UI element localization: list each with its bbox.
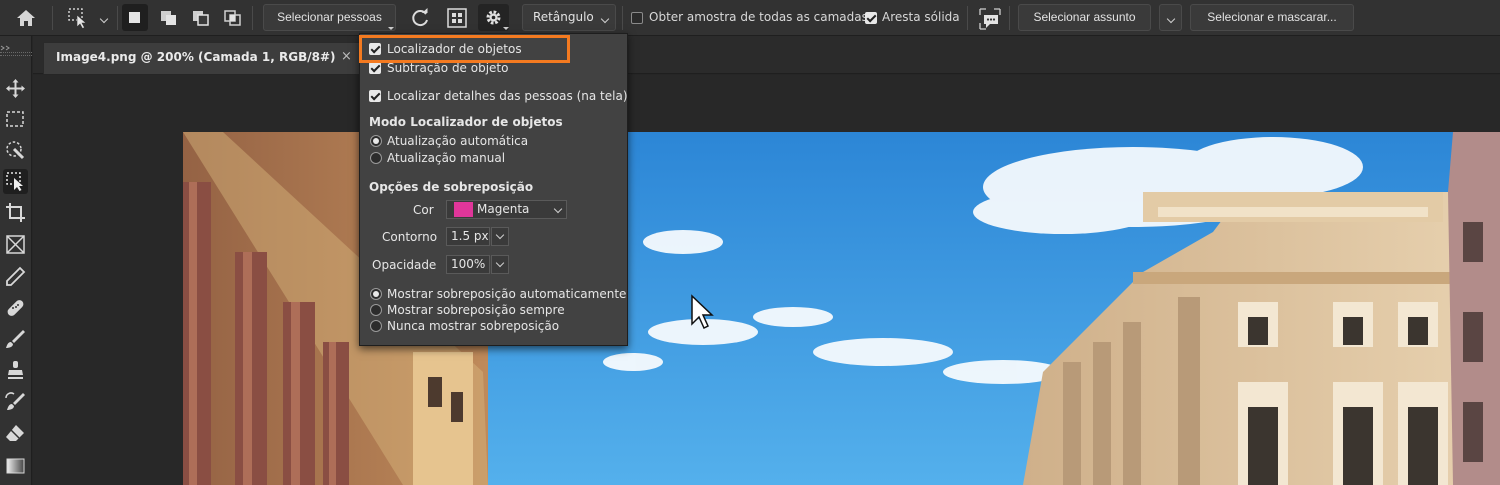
manual-refresh-label: Atualização manual xyxy=(387,151,506,165)
color-swatch xyxy=(454,202,473,217)
separator xyxy=(52,6,53,30)
object-selection-tool-preset-icon[interactable] xyxy=(66,6,92,30)
color-label: Cor xyxy=(413,203,434,217)
never-show-overlay-label: Nunca mostrar sobreposição xyxy=(387,319,560,333)
move-tool-icon[interactable] xyxy=(3,76,28,101)
quick-selection-tool-icon[interactable] xyxy=(3,138,28,163)
object-subtraction-label: Subtração de objeto xyxy=(387,61,509,75)
document-tab-title: Image4.png @ 200% (Camada 1, RGB/8#) xyxy=(56,50,336,64)
show-overlay-auto-radio[interactable] xyxy=(370,288,382,300)
auto-refresh-label: Atualização automática xyxy=(387,134,529,148)
show-overlay-always-radio[interactable] xyxy=(370,304,382,316)
show-overlay-auto-label: Mostrar sobreposição automaticamente xyxy=(387,287,627,301)
manual-refresh-radio[interactable] xyxy=(370,152,382,164)
tools-panel xyxy=(0,36,32,485)
add-to-selection-icon[interactable] xyxy=(156,4,182,31)
separator xyxy=(117,6,118,30)
panel-collapse-icon[interactable] xyxy=(0,40,14,51)
separator xyxy=(622,6,623,30)
show-overlay-always-label: Mostrar sobreposição sempre xyxy=(387,303,565,317)
dropdown-corner-icon[interactable] xyxy=(388,27,394,30)
frame-tool-icon[interactable] xyxy=(3,232,28,257)
hard-edge-label: Aresta sólida xyxy=(882,10,960,24)
opacity-value: 100% xyxy=(451,257,486,271)
mode-dropdown[interactable]: Retângulo xyxy=(522,4,616,31)
chevron-down-icon xyxy=(1163,12,1177,24)
hard-edge-checkbox[interactable] xyxy=(865,12,877,24)
overlay-options-heading: Opções de sobreposição xyxy=(369,180,534,194)
separator xyxy=(1009,6,1010,30)
dropdown-corner-icon[interactable] xyxy=(503,27,509,30)
sample-all-layers-checkbox[interactable] xyxy=(631,12,643,24)
home-icon[interactable] xyxy=(14,7,38,29)
outline-label: Contorno xyxy=(382,230,438,244)
color-value: Magenta xyxy=(477,202,530,216)
sample-all-layers-label: Obter amostra de todas as camadas xyxy=(649,10,868,24)
select-subject-button[interactable]: Selecionar assunto xyxy=(1018,4,1151,31)
opacity-field[interactable]: 100% xyxy=(446,255,490,274)
document-tab-bar: Image4.png @ 200% (Camada 1, RGB/8#) × xyxy=(33,36,1500,74)
select-people-button[interactable]: Selecionar pessoas xyxy=(263,4,396,31)
opacity-label: Opacidade xyxy=(372,258,437,272)
eraser-tool-icon[interactable] xyxy=(3,421,28,446)
rectangular-marquee-tool-icon[interactable] xyxy=(3,107,28,132)
find-people-details-label: Localizar detalhes das pessoas (na tela) xyxy=(387,89,628,103)
brush-tool-icon[interactable] xyxy=(3,327,28,352)
subtract-from-selection-icon[interactable] xyxy=(188,4,214,31)
opacity-dropdown-chevron-icon[interactable] xyxy=(491,255,509,274)
document-tab[interactable]: Image4.png @ 200% (Camada 1, RGB/8#) × xyxy=(43,42,379,74)
options-bar: Selecionar pessoas Retângulo Obter amost… xyxy=(0,0,1500,36)
intersect-selection-icon[interactable] xyxy=(220,4,246,31)
eyedropper-tool-icon[interactable] xyxy=(3,264,28,289)
finder-mode-heading: Modo Localizador de objetos xyxy=(369,115,563,129)
color-dropdown[interactable]: Magenta xyxy=(446,200,567,219)
auto-refresh-radio[interactable] xyxy=(370,135,382,147)
select-subject-dropdown[interactable] xyxy=(1159,4,1182,31)
new-selection-icon[interactable] xyxy=(122,4,148,31)
feedback-icon[interactable] xyxy=(977,6,1003,32)
object-selection-tool-icon[interactable] xyxy=(3,169,28,194)
separator xyxy=(967,6,968,30)
outline-value: 1.5 px xyxy=(451,229,489,243)
object-subtraction-checkbox[interactable] xyxy=(369,62,381,74)
separator xyxy=(252,6,253,30)
mode-dropdown-value: Retângulo xyxy=(533,10,594,24)
spot-healing-tool-icon[interactable] xyxy=(3,295,28,320)
gradient-tool-icon[interactable] xyxy=(3,453,28,478)
mouse-cursor-icon xyxy=(690,294,714,334)
chevron-down-icon xyxy=(550,202,564,214)
chevron-down-icon[interactable] xyxy=(96,12,110,24)
history-brush-tool-icon[interactable] xyxy=(3,390,28,415)
select-and-mask-button[interactable]: Selecionar e mascarar... xyxy=(1190,4,1354,31)
clone-stamp-tool-icon[interactable] xyxy=(3,358,28,383)
outline-dropdown-chevron-icon[interactable] xyxy=(491,227,509,246)
close-icon[interactable]: × xyxy=(341,49,352,64)
chevron-down-icon xyxy=(597,12,611,24)
show-all-objects-icon[interactable] xyxy=(444,6,470,30)
object-finder-settings-popup: Localizador de objetos Subtração de obje… xyxy=(359,33,628,346)
canvas-area xyxy=(33,75,1500,485)
outline-width-field[interactable]: 1.5 px xyxy=(446,227,490,246)
find-people-details-checkbox[interactable] xyxy=(369,90,381,102)
highlight-annotation-box xyxy=(359,35,570,63)
panel-grip[interactable] xyxy=(0,52,32,56)
refresh-icon[interactable] xyxy=(408,6,432,30)
crop-tool-icon[interactable] xyxy=(3,200,28,225)
never-show-overlay-radio[interactable] xyxy=(370,320,382,332)
